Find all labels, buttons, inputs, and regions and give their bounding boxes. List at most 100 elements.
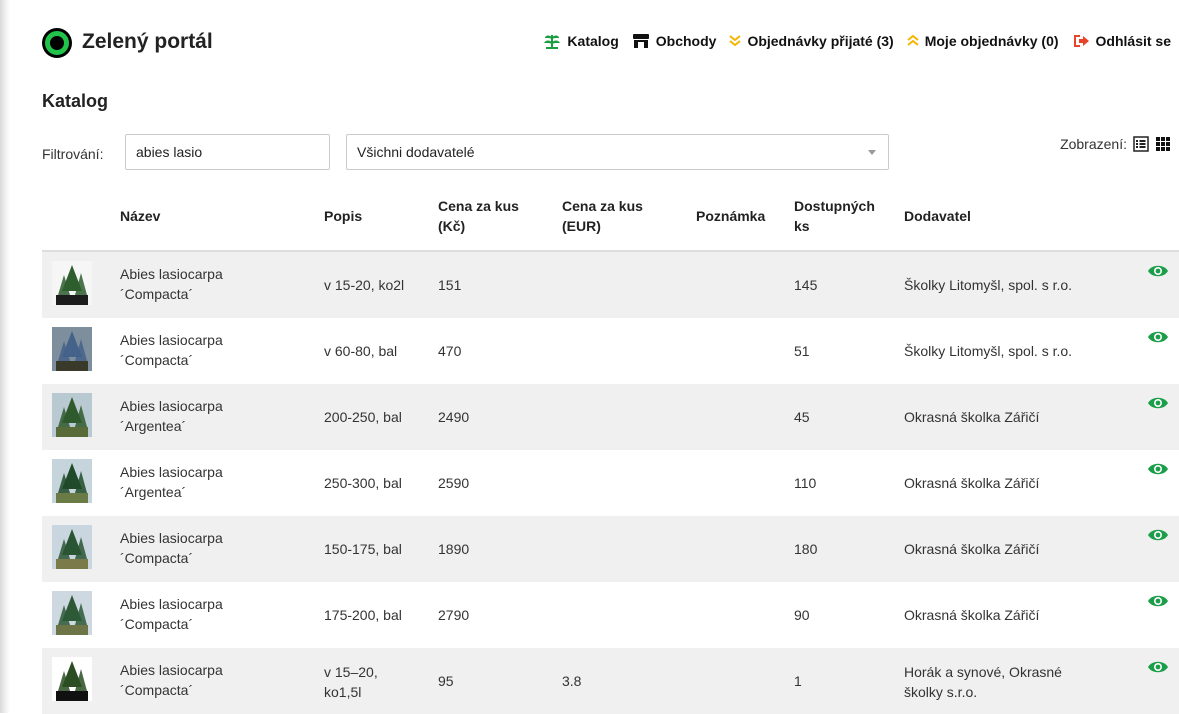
table-row[interactable]: Abies lasiocarpa ´Compacta´ 175-200, bal 2… [42,582,1179,648]
chevrons-down-icon [729,34,742,48]
view-label: Zobrazení: [1060,136,1127,152]
page: Zelený portál Katalog Obchody Objednávky… [16,0,1179,714]
product-name-line2: ´Compacta´ [120,682,194,698]
product-desc-line: ko1,5l [324,684,362,700]
supplier-name-line: školky s.r.o. [904,684,978,700]
available-count: 90 [794,607,810,623]
product-name[interactable]: Abies lasiocarpa ´Argentea´ [120,462,223,502]
supplier-select[interactable]: Všichni dodavatelé [346,134,889,170]
filter-label: Filtrování: [42,146,104,162]
nav-item-obchody[interactable]: Obchody [632,33,717,49]
header-available[interactable]: Dostupných ks [794,196,875,236]
price-czk: 2590 [438,475,470,491]
table-row[interactable]: Abies lasiocarpa ´Argentea´ 200-250, bal 2… [42,384,1179,450]
product-name-line2: ´Compacta´ [120,550,194,566]
header-price-czk-line2: (Kč) [438,218,466,234]
sign-out-icon [1072,33,1090,49]
table-row[interactable]: Abies lasiocarpa ´Compacta´ v 60-80, bal 4… [42,318,1179,384]
supplier-name-line: Okrasná školka Zářičí [904,409,1040,425]
nav-item-received-orders[interactable]: Objednávky přijaté (3) [729,33,894,49]
price-czk: 151 [438,277,462,293]
header-price-eur-line1: Cena za kus [562,198,643,214]
header-note[interactable]: Poznámka [696,206,765,226]
product-thumbnail[interactable] [52,459,92,503]
supplier-name: Okrasná školka Zářičí [904,407,1039,427]
header-available-line2: ks [794,218,810,234]
product-name[interactable]: Abies lasiocarpa ´Compacta´ [120,330,223,370]
product-thumbnail[interactable] [52,525,92,569]
logo-icon[interactable] [42,28,72,58]
table-row[interactable]: Abies lasiocarpa ´Compacta´ 150-175, bal 1… [42,516,1179,582]
product-thumbnail[interactable] [52,327,92,371]
price-czk: 2490 [438,409,470,425]
header-desc[interactable]: Popis [324,206,362,226]
view-detail-eye-icon[interactable] [1147,264,1169,283]
supplier-name-line: Okrasná školka Zářičí [904,607,1040,623]
product-desc: v 60-80, bal [324,341,397,361]
view-detail-eye-icon[interactable] [1147,462,1169,481]
product-desc: 175-200, bal [324,605,402,625]
product-desc-line: v 60-80, bal [324,343,398,359]
product-name-line2: ´Compacta´ [120,352,194,368]
product-name[interactable]: Abies lasiocarpa ´Argentea´ [120,396,223,436]
product-name-line1: Abies lasiocarpa [120,332,223,348]
filter-input[interactable] [125,134,330,170]
product-name[interactable]: Abies lasiocarpa ´Compacta´ [120,660,223,700]
header-name[interactable]: Název [120,206,160,226]
available-count: 145 [794,277,818,293]
table-row[interactable]: Abies lasiocarpa ´Compacta´ v 15-20, ko2l… [42,252,1179,318]
product-name[interactable]: Abies lasiocarpa ´Compacta´ [120,528,223,568]
product-desc: v 15–20, ko1,5l [324,662,378,702]
product-desc-line: 175-200, bal [324,607,402,623]
product-thumbnail[interactable] [52,657,92,701]
price-czk: 2790 [438,607,470,623]
available-count: 1 [794,673,802,689]
available-count: 180 [794,541,818,557]
supplier-select-value: Všichni dodavatelé [357,144,475,160]
header-price-czk[interactable]: Cena za kus (Kč) [438,196,519,236]
supplier-name-line: Horák a synové, Okrasné [904,664,1062,680]
grid-view-icon[interactable] [1155,136,1171,152]
nav-label-obchody: Obchody [655,33,717,49]
list-view-icon[interactable] [1133,136,1149,152]
product-name-line2: ´Argentea´ [120,484,187,500]
header-price-eur[interactable]: Cena za kus (EUR) [562,196,643,236]
product-desc-line: v 15–20, [324,664,378,680]
nav-item-katalog[interactable]: Katalog [543,32,619,50]
nav-label-received-orders: Objednávky přijaté (3) [747,33,894,49]
page-title: Katalog [42,91,109,111]
product-desc-line: v 15-20, ko2l [324,277,405,293]
supplier-name: Školky Litomyšl, spol. s r.o. [904,275,1072,295]
view-detail-eye-icon[interactable] [1147,330,1169,349]
table-header: Název Popis Cena za kus (Kč) Cena za kus… [42,186,1179,252]
product-name[interactable]: Abies lasiocarpa ´Compacta´ [120,264,223,304]
view-detail-eye-icon[interactable] [1147,396,1169,415]
product-name-line2: ´Compacta´ [120,616,194,632]
view-detail-eye-icon[interactable] [1147,594,1169,613]
product-desc: 150-175, bal [324,539,402,559]
product-name-line1: Abies lasiocarpa [120,266,223,282]
supplier-name: Školky Litomyšl, spol. s r.o. [904,341,1072,361]
product-thumbnail[interactable] [52,393,92,437]
table-row[interactable]: Abies lasiocarpa ´Argentea´ 250-300, bal 2… [42,450,1179,516]
top-nav: Katalog Obchody Objednávky přijaté (3) M… [530,32,1171,50]
dropdown-arrow-icon [868,150,876,155]
product-name-line1: Abies lasiocarpa [120,530,223,546]
product-desc-line: 250-300, bal [324,475,402,491]
view-detail-eye-icon[interactable] [1147,660,1169,679]
product-thumbnail[interactable] [52,591,92,635]
supplier-name: Okrasná školka Zářičí [904,605,1039,625]
header-supplier[interactable]: Dodavatel [904,206,971,226]
nav-item-my-orders[interactable]: Moje objednávky (0) [907,33,1059,49]
brand-title[interactable]: Zelený portál [82,30,213,54]
product-name-line2: ´Compacta´ [120,286,194,302]
product-thumbnail[interactable] [52,261,92,305]
product-desc-line: 200-250, bal [324,409,402,425]
product-name[interactable]: Abies lasiocarpa ´Compacta´ [120,594,223,634]
view-detail-eye-icon[interactable] [1147,528,1169,547]
view-toggle: Zobrazení: [1060,136,1171,152]
nav-item-logout[interactable]: Odhlásit se [1072,33,1171,49]
supplier-name-line: Školky Litomyšl, spol. s r.o. [904,277,1073,293]
table-row[interactable]: Abies lasiocarpa ´Compacta´ v 15–20, ko1,5… [42,648,1179,714]
price-eur: 3.8 [562,673,582,689]
